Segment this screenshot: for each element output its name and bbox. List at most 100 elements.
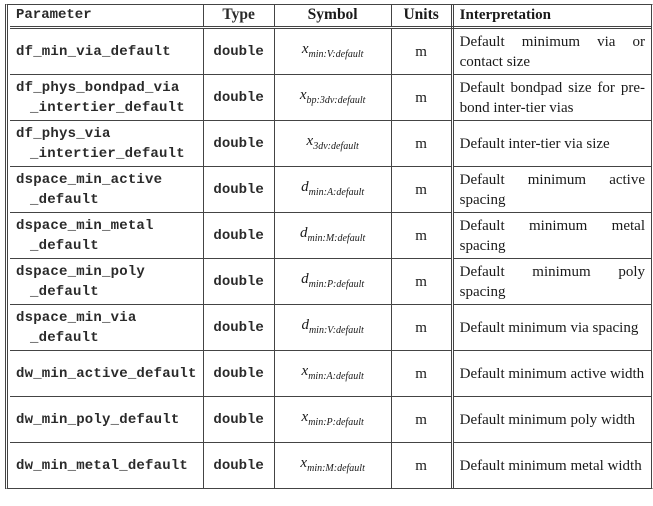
parameter-name-line: df_phys_via	[16, 125, 111, 142]
header-interpretation: Interpretation	[451, 5, 651, 29]
cell-interpretation: Default minimum via or contact size	[451, 27, 651, 75]
cell-type: double	[202, 120, 275, 167]
cell-symbol: xmin:M:default	[273, 442, 392, 488]
cell-symbol: dmin:P:default	[273, 258, 392, 305]
symbol-subscript: min:P:default	[308, 416, 364, 428]
cell-interpretation: Default minimum poly spacing	[451, 258, 651, 305]
cell-parameter: dw_min_active_default	[10, 350, 204, 397]
parameter-name-line: _intertier_default	[30, 145, 185, 162]
cell-parameter: dspace_min_poly _default	[10, 258, 204, 305]
cell-parameter: dspace_min_metal _default	[10, 212, 204, 259]
table-row: dw_min_active_default double xmin:A:defaul…	[10, 350, 651, 397]
parameter-name-line: dspace_min_via	[16, 309, 137, 326]
symbol-subscript: min:M:default	[307, 232, 366, 244]
cell-type: double	[202, 74, 275, 121]
cell-symbol: dmin:M:default	[273, 212, 392, 259]
cell-units: m	[390, 120, 454, 167]
cell-interpretation: Default minimum active spacing	[451, 166, 651, 213]
cell-symbol: xmin:A:default	[273, 350, 392, 397]
symbol-subscript: min:P:default	[308, 278, 365, 290]
cell-interpretation: Default minimum via spacing	[451, 304, 651, 351]
cell-parameter: df_phys_bondpad_via _intertier_default	[10, 74, 204, 121]
cell-interpretation: Default minimum metal width	[451, 442, 651, 488]
cell-symbol: xbp:3dv:default	[273, 74, 392, 121]
table-row: df_phys_bondpad_via _intertier_default dou…	[10, 74, 651, 121]
cell-interpretation: Default inter-tier via size	[451, 120, 651, 167]
symbol-base: x	[299, 86, 307, 103]
parameter-name-line: dw_min_active_default	[16, 365, 197, 382]
symbol-subscript: bp:3dv:default	[306, 94, 366, 106]
parameter-name-line: dspace_min_poly	[16, 263, 146, 280]
cell-interpretation: Default minimum active width	[451, 350, 651, 397]
cell-parameter: dw_min_metal_default	[10, 442, 204, 488]
table-row: dspace_min_poly _default double dmin:P:defa…	[10, 258, 651, 305]
cell-units: m	[390, 74, 454, 121]
header-row: Parameter Type Symbol Units Interpretati…	[10, 5, 651, 29]
table-body: df_min_via_default double xmin:V:default m D…	[10, 27, 651, 488]
symbol-subscript: min:A:default	[308, 186, 365, 198]
cell-interpretation: Default bondpad size for pre-bond inter-…	[451, 74, 651, 121]
parameter-table: Parameter Type Symbol Units Interpretati…	[10, 5, 651, 488]
cell-type: double	[202, 212, 275, 259]
cell-units: m	[390, 212, 454, 259]
cell-symbol: xmin:P:default	[273, 396, 392, 443]
parameter-name-line: _default	[30, 329, 99, 346]
table-row: df_min_via_default double xmin:V:default m D…	[10, 27, 651, 75]
symbol-base: d	[300, 224, 308, 241]
table-row: dw_min_poly_default double xmin:P:default m…	[10, 396, 651, 443]
table-row: dspace_min_metal _default double dmin:M:def…	[10, 212, 651, 259]
symbol-subscript: min:M:default	[307, 462, 365, 474]
cell-interpretation: Default minimum metal spacing	[451, 212, 651, 259]
cell-symbol: dmin:V:default	[273, 304, 392, 351]
cell-symbol: x3dv:default	[273, 120, 392, 167]
cell-parameter: dspace_min_via _default	[10, 304, 204, 351]
cell-units: m	[390, 396, 454, 443]
parameter-name-line: _intertier_default	[30, 99, 185, 116]
table-row: dw_min_metal_default double xmin:M:default…	[10, 442, 651, 488]
parameter-name-line: df_phys_bondpad_via	[16, 79, 180, 96]
cell-type: double	[202, 304, 275, 351]
header-type: Type	[202, 5, 275, 29]
cell-symbol: dmin:A:default	[273, 166, 392, 213]
header-parameter: Parameter	[10, 5, 204, 29]
symbol-subscript: 3dv:default	[313, 140, 359, 152]
symbol-subscript: min:V:default	[308, 324, 364, 336]
parameter-name-line: dw_min_metal_default	[16, 457, 189, 474]
cell-type: double	[202, 396, 275, 443]
cell-type: double	[202, 258, 275, 305]
cell-parameter: dw_min_poly_default	[10, 396, 204, 443]
cell-parameter: df_min_via_default	[10, 27, 204, 75]
cell-symbol: xmin:V:default	[273, 27, 392, 75]
table-row: df_phys_via _intertier_default double x3dv:…	[10, 120, 651, 167]
parameter-name-line: _default	[30, 237, 99, 254]
parameter-name-line: _default	[30, 283, 99, 300]
parameter-name-line: dw_min_poly_default	[16, 411, 180, 428]
table-row: dspace_min_active _default double dmin:A:de…	[10, 166, 651, 213]
cell-parameter: df_phys_via _intertier_default	[10, 120, 204, 167]
cell-type: double	[202, 27, 275, 75]
cell-units: m	[390, 258, 454, 305]
cell-parameter: dspace_min_active _default	[10, 166, 204, 213]
symbol-base: x	[301, 40, 309, 57]
cell-units: m	[390, 350, 454, 397]
parameter-name-line: df_min_via_default	[16, 43, 171, 60]
cell-units: m	[390, 27, 454, 75]
cell-units: m	[390, 442, 454, 488]
parameter-name-line: dspace_min_metal	[16, 217, 154, 234]
symbol-subscript: min:V:default	[308, 48, 364, 60]
cell-units: m	[390, 304, 454, 351]
parameter-name-line: dspace_min_active	[16, 171, 163, 188]
cell-type: double	[202, 350, 275, 397]
parameter-table-frame: Parameter Type Symbol Units Interpretati…	[5, 4, 653, 489]
cell-type: double	[202, 442, 275, 488]
cell-type: double	[202, 166, 275, 213]
header-symbol: Symbol	[273, 5, 392, 29]
symbol-subscript: min:A:default	[308, 370, 364, 382]
symbol-base: d	[301, 270, 309, 287]
cell-units: m	[390, 166, 454, 213]
table-row: dspace_min_via _default double dmin:V:defau…	[10, 304, 651, 351]
cell-interpretation: Default minimum poly width	[451, 396, 651, 443]
header-units: Units	[390, 5, 454, 29]
symbol-base: d	[301, 178, 309, 195]
symbol-base: d	[301, 316, 309, 333]
